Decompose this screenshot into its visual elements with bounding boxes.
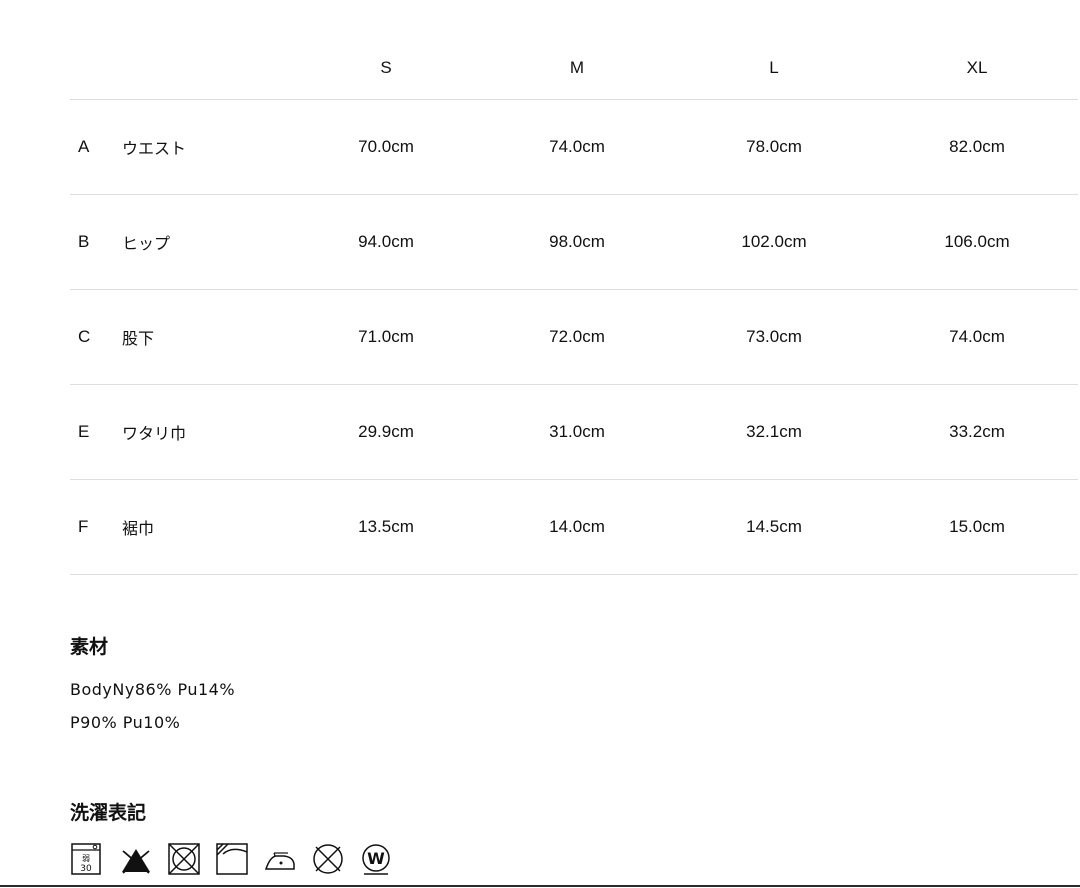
care-icons: 弱 30 W bbox=[70, 842, 394, 876]
size-header-m: M bbox=[569, 57, 585, 77]
material-line: BodyNy86% Pu14% bbox=[70, 680, 236, 699]
size-header-s: S bbox=[380, 57, 392, 77]
wet-clean-letter: W bbox=[367, 849, 385, 868]
table-cell: 74.0cm bbox=[549, 137, 605, 156]
wash-temp-label: 30 bbox=[80, 864, 92, 874]
table-cell: 78.0cm bbox=[746, 137, 802, 156]
table-row: C 股下 71.0cm 72.0cm 73.0cm 74.0cm bbox=[70, 290, 1078, 385]
table-cell: 71.0cm bbox=[358, 327, 414, 346]
line-dry-shade-icon bbox=[216, 843, 248, 875]
table-cell: 106.0cm bbox=[944, 232, 1010, 251]
measurement-code: E bbox=[78, 422, 90, 441]
table-cell: 73.0cm bbox=[746, 327, 802, 346]
table-cell: 94.0cm bbox=[358, 232, 414, 251]
material-line: P90% Pu10% bbox=[70, 713, 181, 732]
wash-strength-label: 弱 bbox=[82, 854, 90, 863]
measurement-name: ウエスト bbox=[122, 139, 187, 158]
table-cell: 72.0cm bbox=[549, 327, 605, 346]
table-cell: 14.5cm bbox=[746, 517, 802, 536]
measurement-code: F bbox=[78, 517, 89, 536]
size-header-row: S M L XL bbox=[70, 36, 1078, 100]
measurement-code: C bbox=[78, 327, 91, 346]
wet-clean-icon: W bbox=[362, 844, 390, 875]
table-cell: 70.0cm bbox=[358, 137, 414, 156]
low-iron-icon bbox=[264, 852, 295, 870]
divider bbox=[0, 885, 1080, 887]
table-row: F 裾巾 13.5cm 14.0cm 14.5cm 15.0cm bbox=[70, 480, 1078, 575]
size-table: S M L XL A ウエスト 70.0cm 74.0cm 78.0cm 82.… bbox=[70, 36, 1078, 575]
table-cell: 29.9cm bbox=[358, 422, 414, 441]
size-header-l: L bbox=[769, 57, 779, 77]
table-row: E ワタリ巾 29.9cm 31.0cm 32.1cm 33.2cm bbox=[70, 385, 1078, 480]
care-title: 洗濯表記 bbox=[70, 802, 147, 824]
table-cell: 74.0cm bbox=[949, 327, 1005, 346]
table-row: B ヒップ 94.0cm 98.0cm 102.0cm 106.0cm bbox=[70, 195, 1078, 290]
table-cell: 98.0cm bbox=[549, 232, 605, 251]
measurement-code: B bbox=[78, 232, 90, 251]
table-row: A ウエスト 70.0cm 74.0cm 78.0cm 82.0cm bbox=[70, 100, 1078, 195]
wash-tub-30-icon: 弱 30 bbox=[71, 843, 101, 875]
table-cell: 33.2cm bbox=[949, 422, 1005, 441]
no-dry-clean-icon bbox=[313, 844, 343, 874]
table-cell: 102.0cm bbox=[741, 232, 807, 251]
measurement-name: 股下 bbox=[122, 329, 155, 348]
table-cell: 32.1cm bbox=[746, 422, 802, 441]
no-bleach-icon bbox=[122, 849, 150, 874]
measurement-name: ヒップ bbox=[122, 234, 171, 253]
material-title: 素材 bbox=[70, 636, 109, 658]
table-cell: 13.5cm bbox=[358, 517, 414, 536]
size-header-xl: XL bbox=[966, 57, 988, 77]
measurement-name: 裾巾 bbox=[122, 519, 155, 538]
table-cell: 15.0cm bbox=[949, 517, 1005, 536]
table-cell: 82.0cm bbox=[949, 137, 1005, 156]
measurement-code: A bbox=[78, 137, 90, 156]
measurement-name: ワタリ巾 bbox=[122, 424, 187, 443]
table-cell: 14.0cm bbox=[549, 517, 605, 536]
table-cell: 31.0cm bbox=[549, 422, 605, 441]
no-tumble-dry-icon bbox=[168, 843, 200, 875]
